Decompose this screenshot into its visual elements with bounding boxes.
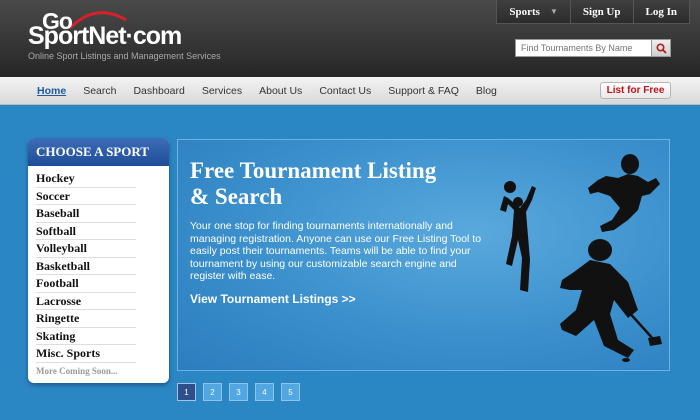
choose-sport-heading: CHOOSE A SPORT [28, 138, 169, 166]
pager-page-1[interactable]: 1 [177, 383, 196, 401]
choose-sport-panel: CHOOSE A SPORT Hockey Soccer Baseball So… [28, 138, 169, 383]
sport-link-ringette[interactable]: Ringette [36, 310, 136, 328]
sport-list: Hockey Soccer Baseball Softball Volleyba… [28, 166, 169, 380]
logo-main-text: SportNet·com [28, 22, 182, 50]
search-button[interactable] [652, 39, 671, 57]
signup-button[interactable]: Sign Up [570, 0, 634, 24]
tagline: Online Sport Listings and Management Ser… [28, 51, 221, 61]
nav-contact-us[interactable]: Contact Us [319, 85, 371, 97]
hero-description: Your one stop for finding tournaments in… [190, 220, 482, 282]
sport-link-soccer[interactable]: Soccer [36, 188, 136, 205]
nav-items: Home Search Dashboard Services About Us … [37, 77, 514, 105]
nav-blog[interactable]: Blog [476, 85, 497, 97]
sports-dropdown-button[interactable]: Sports ▼ [496, 0, 571, 24]
nav-dashboard[interactable]: Dashboard [133, 85, 184, 97]
sports-label: Sports [509, 5, 540, 18]
sport-link-skating[interactable]: Skating [36, 328, 136, 345]
login-button[interactable]: Log In [633, 0, 690, 24]
pager-page-2[interactable]: 2 [203, 383, 222, 401]
nav-services[interactable]: Services [202, 85, 242, 97]
slideshow-pager: 1 2 3 4 5 [177, 383, 307, 401]
more-coming-soon: More Coming Soon... [36, 365, 118, 376]
view-listings-link[interactable]: View Tournament Listings >> [190, 292, 356, 306]
hero-banner: Free Tournament Listing & Search Your on… [177, 139, 670, 371]
list-for-free-button[interactable]: List for Free [600, 82, 671, 99]
pager-page-4[interactable]: 4 [255, 383, 274, 401]
sport-link-misc[interactable]: Misc. Sports [36, 345, 136, 363]
chevron-down-icon: ▼ [549, 7, 558, 16]
top-nav: Sports ▼ Sign Up Log In [496, 0, 690, 24]
nav-support-faq[interactable]: Support & FAQ [388, 85, 459, 97]
main-nav: Home Search Dashboard Services About Us … [0, 77, 700, 105]
pager-page-5[interactable]: 5 [281, 383, 300, 401]
search-input[interactable] [515, 39, 652, 57]
sport-link-softball[interactable]: Softball [36, 223, 136, 240]
search-icon [655, 42, 667, 54]
site-header: Go SportNet·com Online Sport Listings an… [0, 0, 700, 77]
nav-about-us[interactable]: About Us [259, 85, 302, 97]
sport-link-football[interactable]: Football [36, 275, 136, 293]
nav-home[interactable]: Home [37, 85, 66, 97]
sport-link-baseball[interactable]: Baseball [36, 205, 136, 223]
sport-link-basketball[interactable]: Basketball [36, 258, 136, 275]
athletes-silhouette-icon [500, 154, 662, 362]
nav-search[interactable]: Search [83, 85, 116, 97]
hero-title: Free Tournament Listing & Search [190, 158, 437, 209]
tournament-search [515, 39, 671, 57]
pager-page-3[interactable]: 3 [229, 383, 248, 401]
sport-link-volleyball[interactable]: Volleyball [36, 240, 136, 258]
sport-link-lacrosse[interactable]: Lacrosse [36, 293, 136, 310]
sport-link-hockey[interactable]: Hockey [36, 170, 136, 188]
